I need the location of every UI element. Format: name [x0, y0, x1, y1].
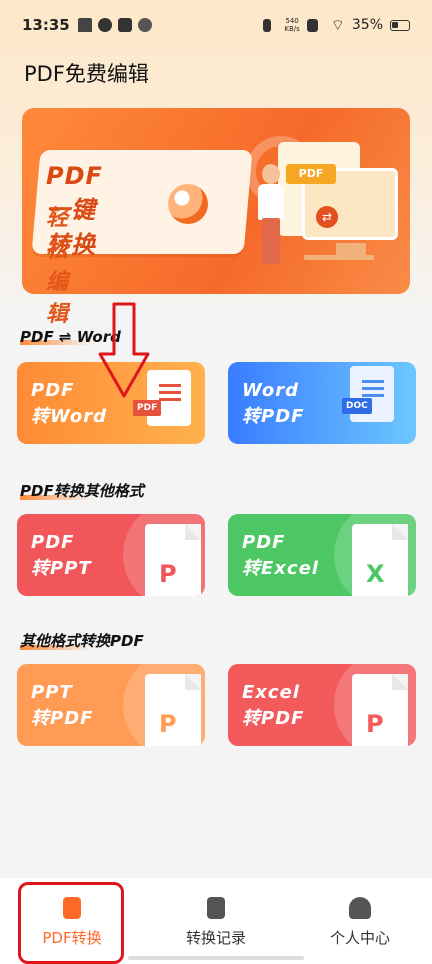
section-title-pdf-other: PDF转换其他格式 [20, 482, 144, 500]
doc-tag: DOC [342, 398, 372, 414]
message-icon [117, 18, 132, 32]
banner-subline: 轻松编辑 [46, 206, 71, 327]
person-illustration-body [258, 184, 284, 220]
card-label: PDF 转Word [31, 380, 107, 427]
card-label: PDF 转PPT [31, 532, 92, 579]
app-notify-icon [97, 18, 112, 32]
ppt-file-icon: P [145, 524, 201, 596]
nav-label: 个人中心 [329, 928, 390, 947]
card-label: PPT 转PDF [31, 682, 94, 729]
pdf-to-excel-card[interactable]: PDF 转Excel X [228, 514, 416, 596]
profile-icon [349, 896, 371, 919]
ppt-file-icon: P [145, 674, 201, 746]
person-illustration-head [262, 164, 280, 184]
pdf-to-ppt-card[interactable]: PDF 转PPT P [17, 514, 205, 596]
vibrate-icon [263, 18, 272, 32]
battery-icon [390, 19, 410, 31]
monitor-base [304, 255, 374, 260]
nav-records[interactable]: 转换记录 [144, 878, 288, 964]
status-bar: 13:35 540 KB/s ⌔ 35% [0, 0, 432, 50]
card-label: Word 转PDF [242, 380, 305, 427]
pdf-tag: PDF [133, 400, 162, 416]
no-sim-icon [306, 18, 318, 32]
home-indicator [128, 956, 304, 960]
excel-file-icon: X [352, 524, 408, 596]
page-title: PDF免费编辑 [24, 62, 149, 86]
annotation-highlight-box [18, 882, 124, 964]
excel-to-pdf-card[interactable]: Excel 转PDF P [228, 664, 416, 746]
card-label: Excel 转PDF [242, 682, 305, 729]
nav-label: 转换记录 [185, 928, 246, 947]
wechat-icon [137, 18, 152, 32]
section-title-other-pdf: 其他格式转换PDF [20, 632, 144, 650]
person-illustration-legs [262, 218, 280, 264]
swap-icon: ⇄ [316, 206, 338, 228]
monitor-stand [336, 243, 366, 255]
status-time: 13:35 [22, 16, 70, 34]
rocket-icon [168, 184, 208, 224]
nav-profile[interactable]: 个人中心 [288, 878, 432, 964]
annotation-arrow [98, 302, 150, 398]
word-to-pdf-card[interactable]: Word 转PDF DOC [228, 362, 416, 444]
crown-icon [77, 18, 92, 32]
battery-percent: 35% [351, 17, 383, 33]
pdf-doc-icon [147, 370, 191, 426]
card-label: PDF 转Excel [242, 532, 319, 579]
pdf-tag: PDF [286, 164, 336, 184]
pdf-file-icon: P [352, 674, 408, 746]
ppt-to-pdf-card[interactable]: PPT 转PDF P [17, 664, 205, 746]
record-icon [207, 896, 225, 919]
net-speed: 540 KB/s [284, 17, 300, 33]
wifi-icon: ⌔ [330, 15, 345, 34]
